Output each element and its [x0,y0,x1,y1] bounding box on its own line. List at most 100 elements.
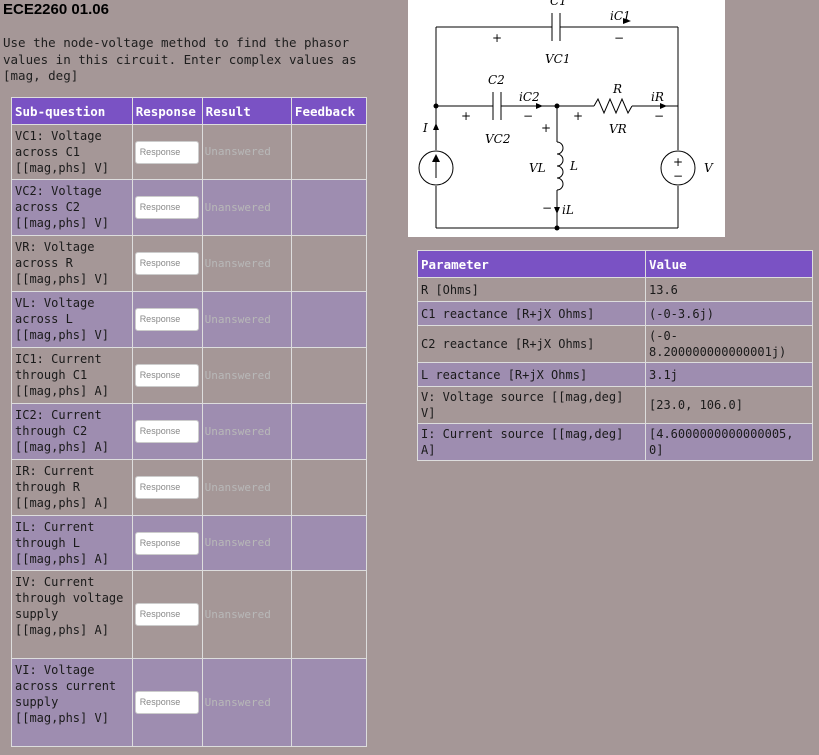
parameter-value: 13.6 [645,277,813,302]
response-input[interactable]: Response [134,691,199,714]
label-l-minus: − [542,201,552,215]
parameter-value: [4.6000000000000005, 0] [645,423,813,461]
subquestion-label: IC1: Current through C1 [[mag,phs] A] [11,347,133,404]
label-ic2: iC2 [519,90,540,104]
label-c1-plus: + [492,31,502,45]
subquestion-label: VC2: Voltage across C2 [[mag,phs] V] [11,179,133,236]
table-row: IC2: Current through C2 [[mag,phs] A] Re… [11,403,368,460]
label-v-plus: + [673,155,683,169]
header-parameter: Parameter [417,250,646,278]
header-feedback: Feedback [290,97,368,125]
result-status: Unanswered [201,403,292,460]
parameter-value: (-0-8.200000000000001j) [645,325,813,363]
response-input[interactable]: Response [134,140,199,164]
result-status: Unanswered [201,124,292,180]
parameter-name: C1 reactance [R+jX Ohms] [417,301,646,326]
header-value: Value [645,250,813,278]
result-status: Unanswered [201,459,292,516]
table-row: VL: Voltage across L [[mag,phs] V] Respo… [11,291,368,348]
label-l: L [569,159,578,173]
circuit-diagram: C1 iC1 + − VC1 C2 iC2 + − VC2 R iR + − V… [408,0,725,237]
feedback-cell [290,570,368,659]
feedback-cell [290,235,368,292]
parameter-value: (-0-3.6j) [645,301,813,326]
subquestion-label: VI: Voltage across current supply [[mag,… [11,658,133,747]
label-c1: C1 [550,0,567,8]
subquestion-label: VR: Voltage across R [[mag,phs] V] [11,235,133,292]
table-row: V: Voltage source [[mag,deg] V] [23.0, 1… [417,386,813,424]
result-status: Unanswered [201,291,292,348]
table-row: I: Current source [[mag,deg] A] [4.60000… [417,423,813,461]
table-row: IV: Current through voltage supply [[mag… [11,570,368,659]
response-input[interactable]: Response [134,364,199,387]
table-row: C2 reactance [R+jX Ohms] (-0-8.200000000… [417,325,813,363]
header-response: Response [131,97,203,125]
label-c2-minus: − [523,109,533,123]
feedback-cell [290,658,368,747]
instructions: Use the node-voltage method to find the … [3,35,357,83]
label-r: R [612,82,622,96]
parameter-name: C2 reactance [R+jX Ohms] [417,325,646,363]
result-status: Unanswered [201,347,292,404]
parameter-name: V: Voltage source [[mag,deg] V] [417,386,646,424]
table-row: VR: Voltage across R [[mag,phs] V] Respo… [11,235,368,292]
parameter-name: L reactance [R+jX Ohms] [417,362,646,387]
page-title: ECE2260 01.06 [3,1,109,18]
label-c2: C2 [488,73,505,87]
label-i: I [422,121,428,135]
feedback-cell [290,459,368,516]
parameter-name: I: Current source [[mag,deg] A] [417,423,646,461]
response-input[interactable]: Response [134,531,199,555]
subquestion-label: IR: Current through R [[mag,phs] A] [11,459,133,516]
label-v: V [704,161,714,175]
label-v-minus: − [673,169,683,183]
response-input[interactable]: Response [134,420,199,443]
feedback-cell [290,124,368,180]
label-l-plus: + [541,121,551,135]
result-status: Unanswered [201,179,292,236]
subquestion-label: VL: Voltage across L [[mag,phs] V] [11,291,133,348]
parameter-header-row: Parameter Value [417,250,813,278]
label-vc1: VC1 [545,52,570,66]
table-row: C1 reactance [R+jX Ohms] (-0-3.6j) [417,301,813,326]
result-status: Unanswered [201,515,292,571]
result-status: Unanswered [201,235,292,292]
feedback-cell [290,291,368,348]
response-input[interactable]: Response [134,196,199,219]
header-result: Result [201,97,292,125]
subquestion-table: Sub-question Response Result Feedback VC… [11,97,368,747]
feedback-cell [290,347,368,404]
header-subquestion: Sub-question [11,97,133,125]
result-status: Unanswered [201,570,292,659]
parameter-value: [23.0, 106.0] [645,386,813,424]
label-il: iL [562,203,574,217]
circuit-schematic: C1 iC1 + − VC1 C2 iC2 + − VC2 R iR + − V… [418,0,714,231]
result-status: Unanswered [201,658,292,747]
table-row: VC2: Voltage across C2 [[mag,phs] V] Res… [11,179,368,236]
subquestion-label: IV: Current through voltage supply [[mag… [11,570,133,659]
table-row: IC1: Current through C1 [[mag,phs] A] Re… [11,347,368,404]
label-vc2: VC2 [485,132,510,146]
table-row: R [Ohms] 13.6 [417,277,813,302]
parameter-table: Parameter Value R [Ohms] 13.6 C1 reactan… [417,250,813,461]
label-ic1: iC1 [610,9,631,23]
label-ir: iR [651,90,664,104]
parameter-name: R [Ohms] [417,277,646,302]
feedback-cell [290,403,368,460]
table-row: IL: Current through L [[mag,phs] A] Resp… [11,515,368,571]
subquestion-label: VC1: Voltage across C1 [[mag,phs] V] [11,124,133,180]
label-r-minus: − [654,109,664,123]
response-input[interactable]: Response [134,603,199,626]
response-input[interactable]: Response [134,476,199,499]
response-input[interactable]: Response [134,308,199,331]
table-row: IR: Current through R [[mag,phs] A] Resp… [11,459,368,516]
response-input[interactable]: Response [134,252,199,275]
label-r-plus: + [573,109,583,123]
parameter-value: 3.1j [645,362,813,387]
table-row: VC1: Voltage across C1 [[mag,phs] V] Res… [11,124,368,180]
table-row: VI: Voltage across current supply [[mag,… [11,658,368,747]
feedback-cell [290,179,368,236]
subquestion-label: IC2: Current through C2 [[mag,phs] A] [11,403,133,460]
feedback-cell [290,515,368,571]
label-vr: VR [609,122,627,136]
